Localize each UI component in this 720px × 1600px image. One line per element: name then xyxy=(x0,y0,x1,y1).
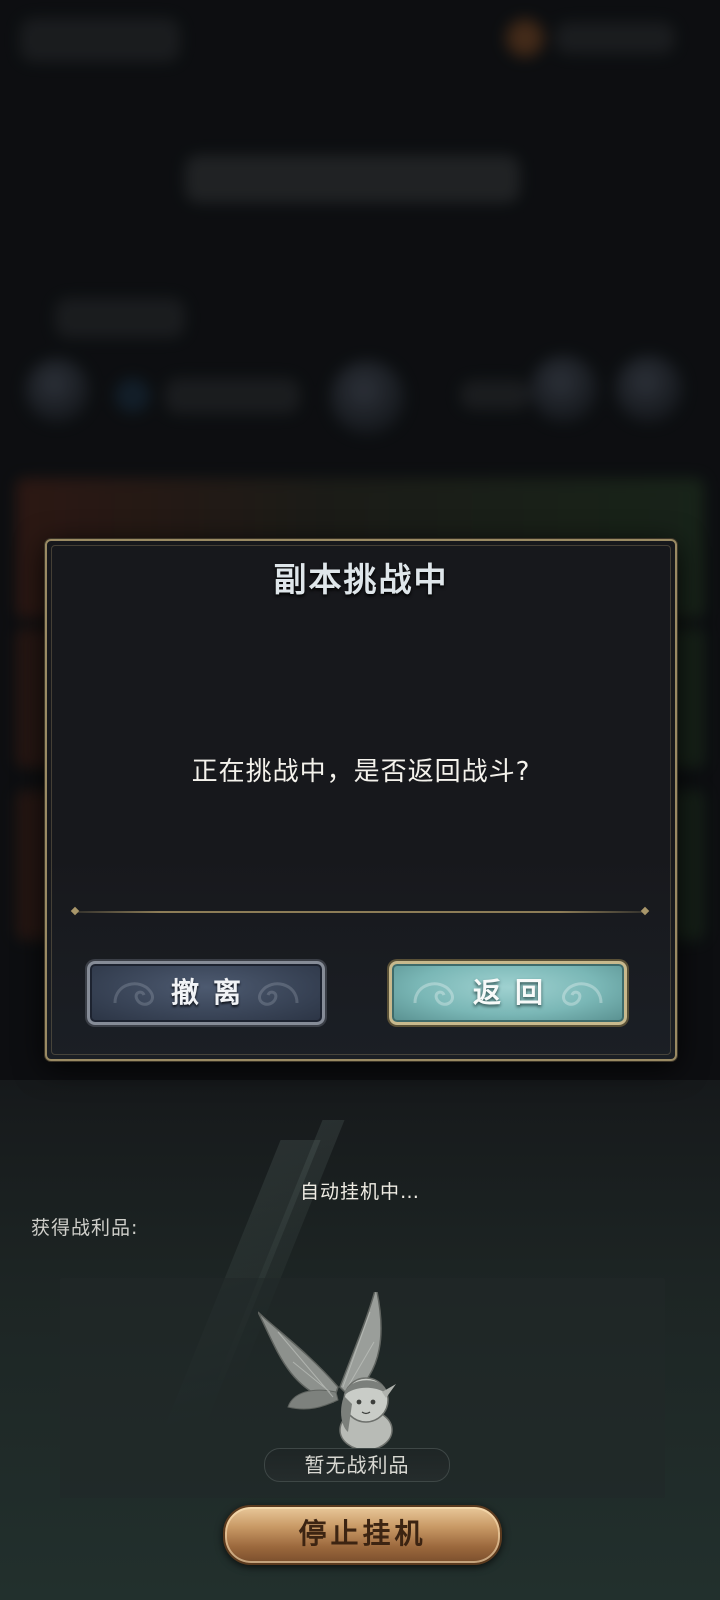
divider-ornament xyxy=(70,906,80,916)
divider-ornament xyxy=(640,906,650,916)
return-button-label: 返回 xyxy=(472,976,557,1009)
dialog-title: 副本挑战中 xyxy=(273,560,449,599)
empty-loot-badge: 暂无战利品 xyxy=(264,1448,450,1482)
loot-heading: 获得战利品: xyxy=(31,1217,139,1239)
dialog-message: 正在挑战中，是否返回战斗? xyxy=(191,757,531,787)
leave-button[interactable]: 撤离 xyxy=(87,961,325,1025)
stop-idle-button[interactable]: 停止挂机 xyxy=(223,1505,502,1565)
return-button[interactable]: 返回 xyxy=(389,961,627,1025)
fairy-mascot-image xyxy=(258,1292,396,1451)
auto-idle-status: 自动挂机中… xyxy=(299,1181,420,1203)
swirl-ornament-icon xyxy=(113,982,154,1006)
dialog-divider xyxy=(70,906,650,916)
leave-button-label: 撤离 xyxy=(170,976,255,1009)
swirl-ornament-icon xyxy=(413,982,454,1006)
dungeon-challenge-dialog: 副本挑战中 正在挑战中，是否返回战斗? 撤离 返回 xyxy=(45,539,677,1061)
